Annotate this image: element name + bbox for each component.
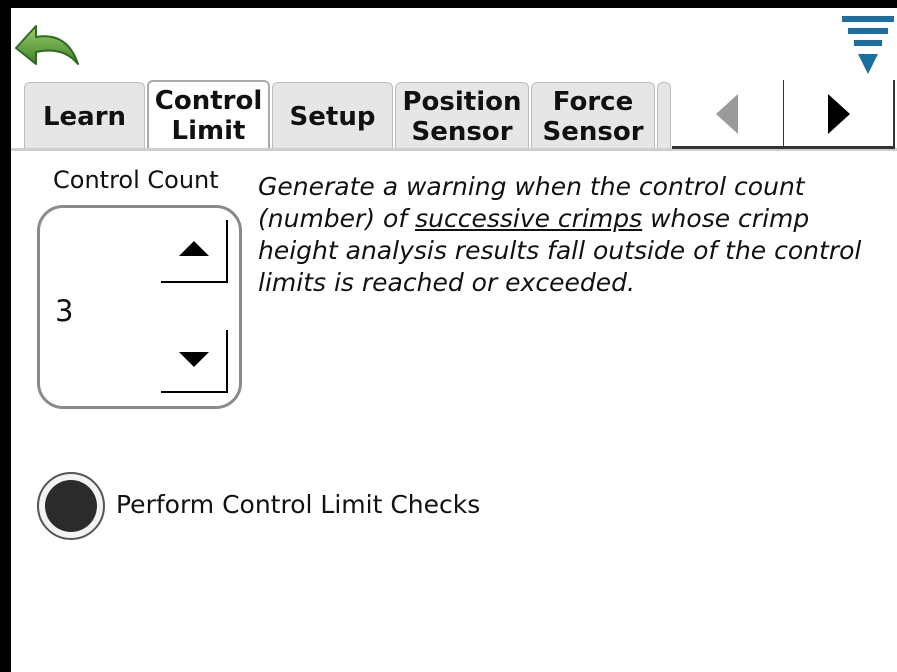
- perform-checks-toggle[interactable]: [36, 471, 106, 541]
- tab-position-sensor[interactable]: Position Sensor: [395, 82, 529, 150]
- back-arrow-icon: [15, 25, 79, 65]
- control-count-label: Control Count: [53, 166, 219, 194]
- tab-scroll-left-button[interactable]: [672, 80, 784, 148]
- triangle-right-icon: [828, 94, 850, 134]
- tab-label: Learn: [42, 101, 127, 132]
- tab-label: Setup: [289, 101, 376, 132]
- increment-button[interactable]: [161, 216, 241, 286]
- triangle-down-icon: [161, 330, 228, 393]
- tab-scroll-right-button[interactable]: [786, 80, 895, 148]
- tab-overflow[interactable]: [657, 82, 671, 150]
- back-button[interactable]: [14, 20, 80, 72]
- tab-control-limit[interactable]: Control Limit: [147, 80, 270, 150]
- triangle-up-icon: [161, 220, 228, 283]
- tab-force-sensor[interactable]: Force Sensor: [531, 82, 655, 150]
- description-emphasis: successive crimps: [415, 204, 643, 233]
- tab-label: Position Sensor: [402, 86, 522, 147]
- window-frame-left: [0, 0, 11, 672]
- perform-checks-label[interactable]: Perform Control Limit Checks: [116, 490, 480, 519]
- tab-setup[interactable]: Setup: [272, 82, 393, 150]
- triangle-left-icon: [716, 94, 738, 134]
- menu-button[interactable]: [838, 12, 897, 78]
- decrement-button[interactable]: [161, 326, 241, 396]
- control-count-description: Generate a warning when the control coun…: [258, 171, 873, 299]
- tab-label: Control Limit: [154, 86, 263, 146]
- filter-menu-icon: [842, 16, 894, 74]
- window-frame-top: [0, 0, 897, 8]
- control-count-value[interactable]: 3: [55, 294, 73, 328]
- tab-learn[interactable]: Learn: [24, 82, 145, 150]
- control-count-spinner: 3: [37, 205, 242, 409]
- tab-scroll-baseline: [672, 146, 895, 149]
- tab-label: Force Sensor: [542, 86, 644, 147]
- radio-checked-icon: [37, 472, 105, 540]
